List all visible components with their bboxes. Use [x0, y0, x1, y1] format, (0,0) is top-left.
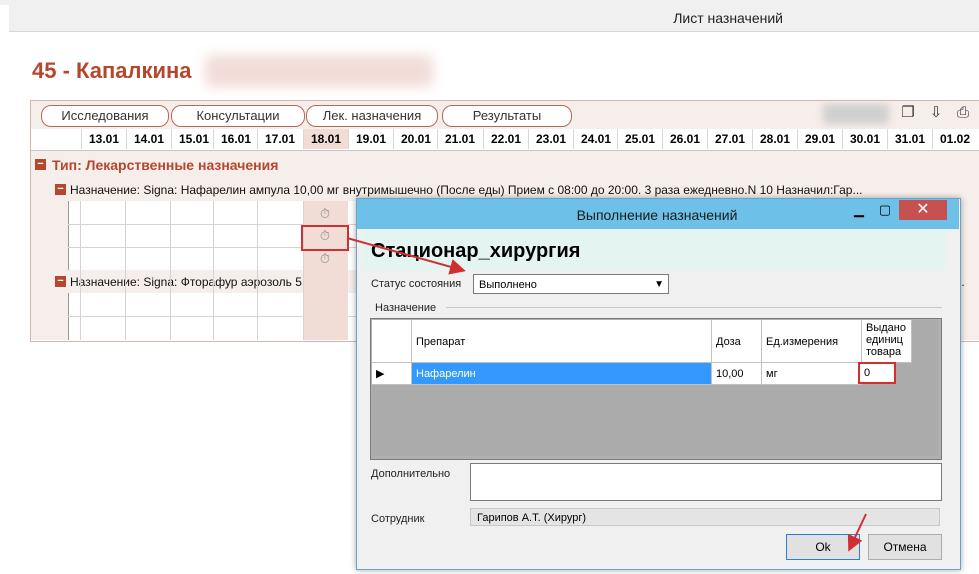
grid-line [257, 201, 258, 340]
collapse-minus-icon[interactable]: − [55, 184, 66, 195]
date-col: 01.02 [932, 129, 977, 149]
date-col: 24.01 [573, 129, 618, 149]
date-col: 21.01 [437, 129, 482, 149]
cell-drug[interactable]: Нафарелин [412, 363, 712, 385]
status-select[interactable]: Выполнено ▼ [473, 274, 669, 294]
cell-issued-units[interactable]: 0 [858, 362, 896, 384]
tab-research[interactable]: Исследования [41, 105, 169, 127]
close-icon[interactable]: ✕ [899, 200, 947, 220]
status-value: Выполнено [479, 279, 537, 291]
date-col: 31.01 [887, 129, 932, 149]
date-col: 16.01 [213, 129, 258, 149]
grid-line [213, 201, 214, 340]
today-column [303, 201, 348, 340]
extra-notes-input[interactable] [470, 463, 942, 501]
extra-label: Дополнительно [371, 468, 451, 480]
main-window-titlebar: Лист назначений [9, 5, 979, 32]
ok-button[interactable]: Ok [786, 534, 860, 560]
grid-line [170, 201, 171, 340]
tab-medication[interactable]: Лек. назначения [306, 105, 438, 127]
cell-dose[interactable]: 10,00 [712, 363, 762, 385]
stopwatch-icon[interactable]: ⏱ [318, 252, 332, 266]
date-col: 15.01 [171, 129, 216, 149]
patient-name: 45 - Капалкина [32, 58, 192, 83]
print-icon[interactable]: ⎙ [955, 104, 971, 122]
grid-line [303, 201, 304, 340]
date-col: 17.01 [257, 129, 302, 149]
date-col: 26.01 [662, 129, 707, 149]
date-col: 27.01 [707, 129, 752, 149]
minimize-icon[interactable]: ▁ [847, 200, 871, 220]
column-header-unit[interactable]: Ед.измерения [762, 320, 862, 363]
main-window-title: Лист назначений [673, 10, 783, 26]
highlight-timer-cell [301, 225, 349, 251]
column-header-drug[interactable]: Препарат [412, 320, 712, 363]
cancel-button[interactable]: Отмена [868, 534, 942, 560]
prescription-2[interactable]: Назначение: Signa: Фторафур аэрозоль 5,0… [70, 275, 326, 289]
stopwatch-icon[interactable]: ⏱ [318, 207, 332, 221]
date-col: 20.01 [393, 129, 438, 149]
copy-icon[interactable]: ❐ [900, 104, 916, 122]
tab-consultations[interactable]: Консультации [171, 105, 305, 127]
collapse-minus-icon[interactable]: − [55, 276, 66, 287]
date-col-today: 18.01 [303, 129, 348, 149]
date-col: 14.01 [126, 129, 171, 149]
employee-label: Сотрудник [371, 513, 425, 525]
date-col: 23.01 [528, 129, 573, 149]
department-heading: Стационар_хирургия [371, 240, 581, 262]
prescription-1[interactable]: Назначение: Signa: Нафарелин ампула 10,0… [70, 183, 862, 197]
group-title: Тип: Лекарственные назначения [52, 157, 279, 173]
export-icon[interactable]: ⇩ [928, 104, 944, 122]
date-col: 28.01 [752, 129, 797, 149]
date-header-row: 13.01 14.01 15.01 16.01 17.01 18.01 19.0… [31, 129, 979, 151]
tab-results[interactable]: Результаты [442, 105, 572, 127]
column-header-issued[interactable]: Выдано единиц товара [862, 320, 912, 363]
chevron-down-icon: ▼ [654, 279, 664, 290]
row-selector-icon[interactable]: ▶ [372, 363, 412, 385]
collapse-minus-icon[interactable]: − [35, 159, 46, 170]
employee-field: Гарипов А.Т. (Хирург) [470, 508, 940, 526]
section-label: Назначение [375, 302, 437, 314]
maximize-icon[interactable]: ▢ [873, 200, 897, 220]
grid-line [80, 201, 81, 340]
redacted-patient-surname [205, 55, 433, 87]
date-col: 22.01 [483, 129, 528, 149]
grid-corner [372, 320, 412, 363]
status-label: Статус состояния [371, 278, 462, 290]
fieldset-divider [446, 307, 942, 308]
date-col: 19.01 [348, 129, 393, 149]
cell-unit[interactable]: мг [762, 363, 862, 385]
column-header-dose[interactable]: Доза [712, 320, 762, 363]
date-col: 25.01 [617, 129, 662, 149]
date-col: 29.01 [797, 129, 842, 149]
grid-line [125, 201, 126, 340]
date-col: 30.01 [842, 129, 887, 149]
date-col: 13.01 [81, 129, 126, 149]
redacted-toolbar-item [823, 104, 889, 124]
